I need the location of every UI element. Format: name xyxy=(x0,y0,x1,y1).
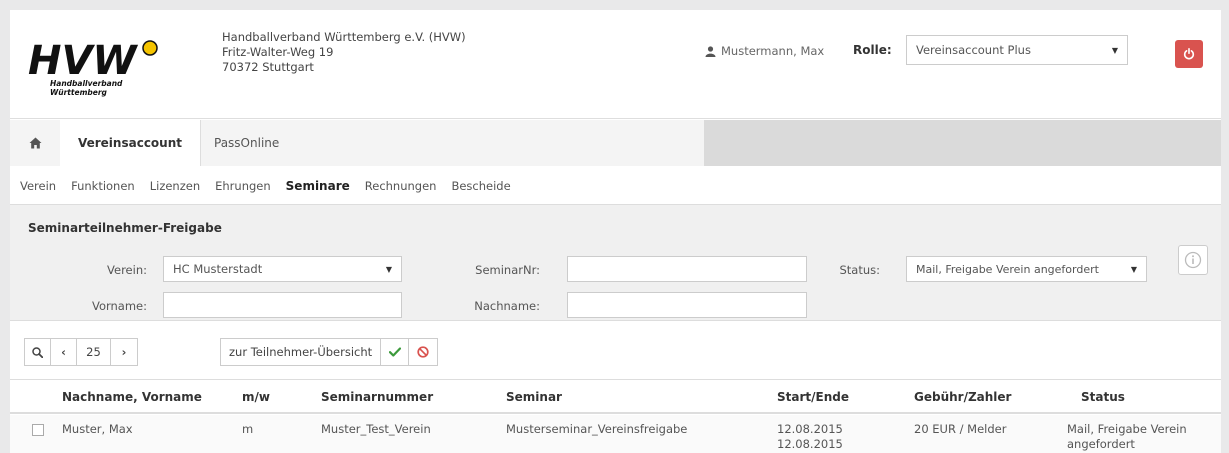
cell-status-line1: Mail, Freigabe Verein xyxy=(1067,422,1187,436)
logo-sun-icon xyxy=(142,40,158,56)
nachname-label: Nachname: xyxy=(474,299,540,313)
search-button[interactable] xyxy=(25,339,51,365)
table-header: Nachname, Vorname m/w Seminarnummer Semi… xyxy=(10,381,1221,414)
col-name[interactable]: Nachname, Vorname xyxy=(62,390,202,404)
org-street: Fritz-Walter-Weg 19 xyxy=(222,45,334,59)
user-icon xyxy=(705,45,716,57)
cell-status-line2: angefordert xyxy=(1067,437,1135,451)
status-select[interactable]: Mail, Freigabe Verein angefordert ▼ xyxy=(906,256,1147,282)
table-toolbar: ‹ 25 › zur Teilnehmer-Übersicht xyxy=(10,322,1221,380)
hvw-logo[interactable]: HVW Handballverband Württemberg xyxy=(28,34,203,104)
cell-start-end: 12.08.2015 12.08.2015 xyxy=(777,422,843,452)
subnav-funktionen[interactable]: Funktionen xyxy=(71,179,135,193)
pagination-group: ‹ 25 › xyxy=(24,338,138,366)
chevron-right-icon: › xyxy=(121,345,127,359)
col-start-end[interactable]: Start/Ende xyxy=(777,390,849,404)
cell-fee-payer: 20 EUR / Melder xyxy=(914,422,1007,436)
verein-select[interactable]: HC Musterstadt ▼ xyxy=(163,256,402,282)
org-address: Handballverband Württemberg e.V. (HVW) F… xyxy=(222,30,466,75)
info-button[interactable] xyxy=(1178,245,1208,275)
nachname-input[interactable] xyxy=(567,292,807,318)
org-name: Handballverband Württemberg e.V. (HVW) xyxy=(222,30,466,44)
tab-vereinsaccount[interactable]: Vereinsaccount xyxy=(60,120,201,166)
tab-home[interactable] xyxy=(10,120,60,166)
seminarnr-input[interactable] xyxy=(567,256,807,282)
cell-name: Muster, Max xyxy=(62,422,133,436)
status-select-value: Mail, Freigabe Verein angefordert xyxy=(916,262,1099,276)
col-status[interactable]: Status xyxy=(1081,390,1125,404)
col-fee-payer[interactable]: Gebühr/Zahler xyxy=(914,390,1011,404)
org-city: 70372 Stuttgart xyxy=(222,60,314,74)
cell-seminar-number: Muster_Test_Verein xyxy=(321,422,431,436)
cell-end: 12.08.2015 xyxy=(777,437,843,451)
chevron-left-icon: ‹ xyxy=(61,345,66,359)
info-icon xyxy=(1184,251,1202,269)
hvw-logo-graphic: HVW Handballverband Württemberg xyxy=(28,38,158,97)
logo-sub1: Handballverband xyxy=(50,79,123,88)
power-icon xyxy=(1183,48,1195,60)
reject-button[interactable] xyxy=(409,339,437,365)
cell-status: Mail, Freigabe Verein angefordert xyxy=(1067,422,1187,452)
logo-sub2: Württemberg xyxy=(50,88,108,97)
caret-down-icon: ▼ xyxy=(385,264,392,274)
panel-title: Seminarteilnehmer-Freigabe xyxy=(28,221,222,235)
main-tabs: Vereinsaccount PassOnline xyxy=(10,120,1221,166)
check-icon xyxy=(388,347,401,357)
filter-panel: Seminarteilnehmer-Freigabe Verein: HC Mu… xyxy=(10,205,1221,321)
tab-passonline[interactable]: PassOnline xyxy=(214,120,279,166)
col-seminar-number[interactable]: Seminarnummer xyxy=(321,390,433,404)
subnav-lizenzen[interactable]: Lizenzen xyxy=(150,179,200,193)
vorname-input[interactable] xyxy=(163,292,402,318)
row-checkbox[interactable] xyxy=(32,424,44,436)
col-seminar[interactable]: Seminar xyxy=(506,390,562,404)
subnav-verein[interactable]: Verein xyxy=(20,179,56,193)
verein-select-value: HC Musterstadt xyxy=(173,262,263,276)
approve-button[interactable] xyxy=(381,339,410,365)
header: HVW Handballverband Württemberg Handball… xyxy=(10,10,1221,119)
next-page-button[interactable]: › xyxy=(111,339,137,365)
page-size-field[interactable]: 25 xyxy=(77,339,111,365)
caret-down-icon: ▼ xyxy=(1130,264,1137,274)
logo-text: HVW xyxy=(28,38,138,84)
home-icon xyxy=(29,137,41,149)
logout-button[interactable] xyxy=(1175,40,1203,68)
user-name: Mustermann, Max xyxy=(721,44,825,58)
participant-overview-button[interactable]: zur Teilnehmer-Übersicht xyxy=(221,339,382,365)
col-gender[interactable]: m/w xyxy=(242,390,270,404)
status-label: Status: xyxy=(839,263,880,277)
cell-seminar: Musterseminar_Vereinsfreigabe xyxy=(506,422,688,436)
subnav-ehrungen[interactable]: Ehrungen xyxy=(215,179,271,193)
vorname-label: Vorname: xyxy=(91,299,147,313)
verein-label: Verein: xyxy=(107,263,147,277)
subnav-seminare[interactable]: Seminare xyxy=(286,179,350,193)
user-info[interactable]: Mustermann, Max xyxy=(705,44,824,58)
cell-start: 12.08.2015 xyxy=(777,422,843,436)
search-icon xyxy=(32,346,43,358)
seminarnr-label: SeminarNr: xyxy=(475,263,540,277)
cell-gender: m xyxy=(242,422,254,436)
ban-icon xyxy=(417,346,429,358)
app-frame: HVW Handballverband Württemberg Handball… xyxy=(10,10,1221,453)
subnav-bescheide[interactable]: Bescheide xyxy=(451,179,510,193)
tabbar-filler xyxy=(704,120,1221,166)
role-select-value: Vereinsaccount Plus xyxy=(916,43,1031,57)
sub-navigation: Verein Funktionen Lizenzen Ehrungen Semi… xyxy=(10,167,1221,205)
role-select[interactable]: Vereinsaccount Plus ▼ xyxy=(906,35,1128,65)
role-label: Rolle: xyxy=(853,43,892,57)
subnav-rechnungen[interactable]: Rechnungen xyxy=(365,179,437,193)
actions-group: zur Teilnehmer-Übersicht xyxy=(220,338,439,366)
caret-down-icon: ▼ xyxy=(1111,45,1118,55)
prev-page-button[interactable]: ‹ xyxy=(51,339,77,365)
table-row[interactable]: Muster, Max m Muster_Test_Verein Musters… xyxy=(10,415,1221,453)
